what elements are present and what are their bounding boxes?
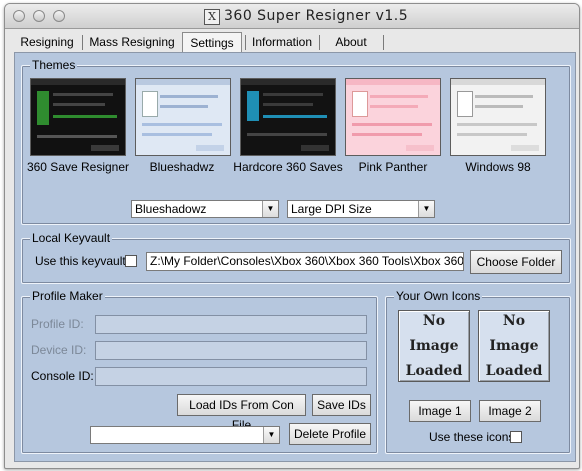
themes-group: Themes 360 Save Resigner Blueshadwz Hard…	[21, 58, 571, 225]
tab-separator	[82, 35, 83, 50]
profile-maker-group: Profile Maker Profile ID: Device ID: Con…	[21, 289, 378, 454]
icon-image-1-preview: No Image Loaded	[398, 310, 470, 382]
profile-id-label: Profile ID:	[31, 317, 84, 331]
close-window-button[interactable]	[13, 10, 25, 22]
tab-label: Information	[251, 35, 313, 49]
theme-thumbnail-blueshadwz[interactable]	[135, 78, 231, 156]
keyvault-group: Local Keyvault Use this keyvault Z:\My F…	[21, 231, 571, 284]
keyvault-title: Local Keyvault	[30, 231, 113, 245]
console-id-label: Console ID:	[31, 369, 94, 383]
profile-maker-title: Profile Maker	[30, 289, 105, 303]
theme-thumbnail-windows-98[interactable]	[450, 78, 546, 156]
image-2-button[interactable]: Image 2	[479, 400, 541, 422]
settings-panel: Themes 360 Save Resigner Blueshadwz Hard…	[14, 52, 576, 462]
themes-title: Themes	[30, 58, 78, 72]
tab-separator	[319, 35, 320, 50]
profile-id-field	[95, 315, 367, 334]
dpi-select[interactable]: Large DPI Size ▼	[287, 200, 435, 218]
delete-profile-button[interactable]: Delete Profile	[289, 423, 371, 445]
tab-label: Mass Resigning	[89, 35, 175, 49]
tab-label: Resigning	[20, 35, 74, 49]
minimize-window-button[interactable]	[33, 10, 45, 22]
theme-select-value: Blueshadowz	[135, 202, 207, 216]
chevron-down-icon: ▼	[418, 201, 434, 217]
tab-separator	[383, 35, 384, 50]
tab-information[interactable]: Information	[247, 32, 317, 52]
zoom-window-button[interactable]	[53, 10, 65, 22]
dpi-select-value: Large DPI Size	[291, 202, 372, 216]
tab-label: About	[335, 35, 367, 49]
profile-select[interactable]: ▼	[90, 426, 280, 444]
tab-about[interactable]: About	[321, 32, 381, 52]
save-ids-button[interactable]: Save IDs	[312, 394, 371, 416]
tab-mass-resigning[interactable]: Mass Resigning	[84, 32, 180, 52]
device-id-field	[95, 341, 367, 360]
use-icons-checkbox[interactable]	[510, 431, 522, 443]
tab-label: Settings	[190, 36, 234, 50]
choose-folder-button[interactable]: Choose Folder	[470, 250, 562, 274]
use-keyvault-checkbox[interactable]	[125, 255, 137, 267]
use-icons-label: Use these icons	[429, 430, 515, 444]
no-image-text: No Image Loaded	[485, 312, 543, 379]
tab-separator	[245, 35, 246, 50]
theme-select[interactable]: Blueshadowz ▼	[131, 200, 279, 218]
app-icon: X	[204, 9, 220, 25]
console-id-field	[95, 367, 367, 386]
no-image-text: No Image Loaded	[405, 312, 463, 379]
theme-thumbnail-pink-panther[interactable]	[345, 78, 441, 156]
use-keyvault-label: Use this keyvault	[35, 254, 126, 268]
theme-thumbnail-hardcore-360-saves[interactable]	[240, 78, 336, 156]
icon-image-2-preview: No Image Loaded	[478, 310, 550, 382]
chevron-down-icon: ▼	[262, 201, 278, 217]
theme-label: Blueshadwz	[149, 160, 215, 174]
theme-label: Pink Panther	[358, 160, 428, 174]
window-title: 360 Super Resigner v1.5	[224, 8, 409, 24]
theme-thumbnail-360-save-resigner[interactable]	[30, 78, 126, 156]
own-icons-title: Your Own Icons	[394, 289, 483, 303]
tab-settings[interactable]: Settings	[182, 32, 242, 52]
load-ids-button[interactable]: Load IDs From Con File	[177, 394, 306, 432]
keyvault-path-input[interactable]: Z:\My Folder\Consoles\Xbox 360\Xbox 360 …	[146, 252, 464, 271]
chevron-down-icon: ▼	[263, 427, 279, 443]
app-window: X 360 Super Resigner v1.5 Resigning Mass…	[4, 3, 580, 469]
device-id-label: Device ID:	[31, 343, 87, 357]
image-1-button[interactable]: Image 1	[409, 400, 471, 422]
theme-label: Windows 98	[465, 160, 531, 174]
theme-label: 360 Save Resigner	[26, 160, 130, 174]
own-icons-group: Your Own Icons No Image Loaded No Image …	[385, 289, 571, 454]
theme-label: Hardcore 360 Saves	[233, 160, 343, 174]
title-bar: X 360 Super Resigner v1.5	[5, 4, 579, 29]
tab-resigning[interactable]: Resigning	[14, 32, 80, 52]
